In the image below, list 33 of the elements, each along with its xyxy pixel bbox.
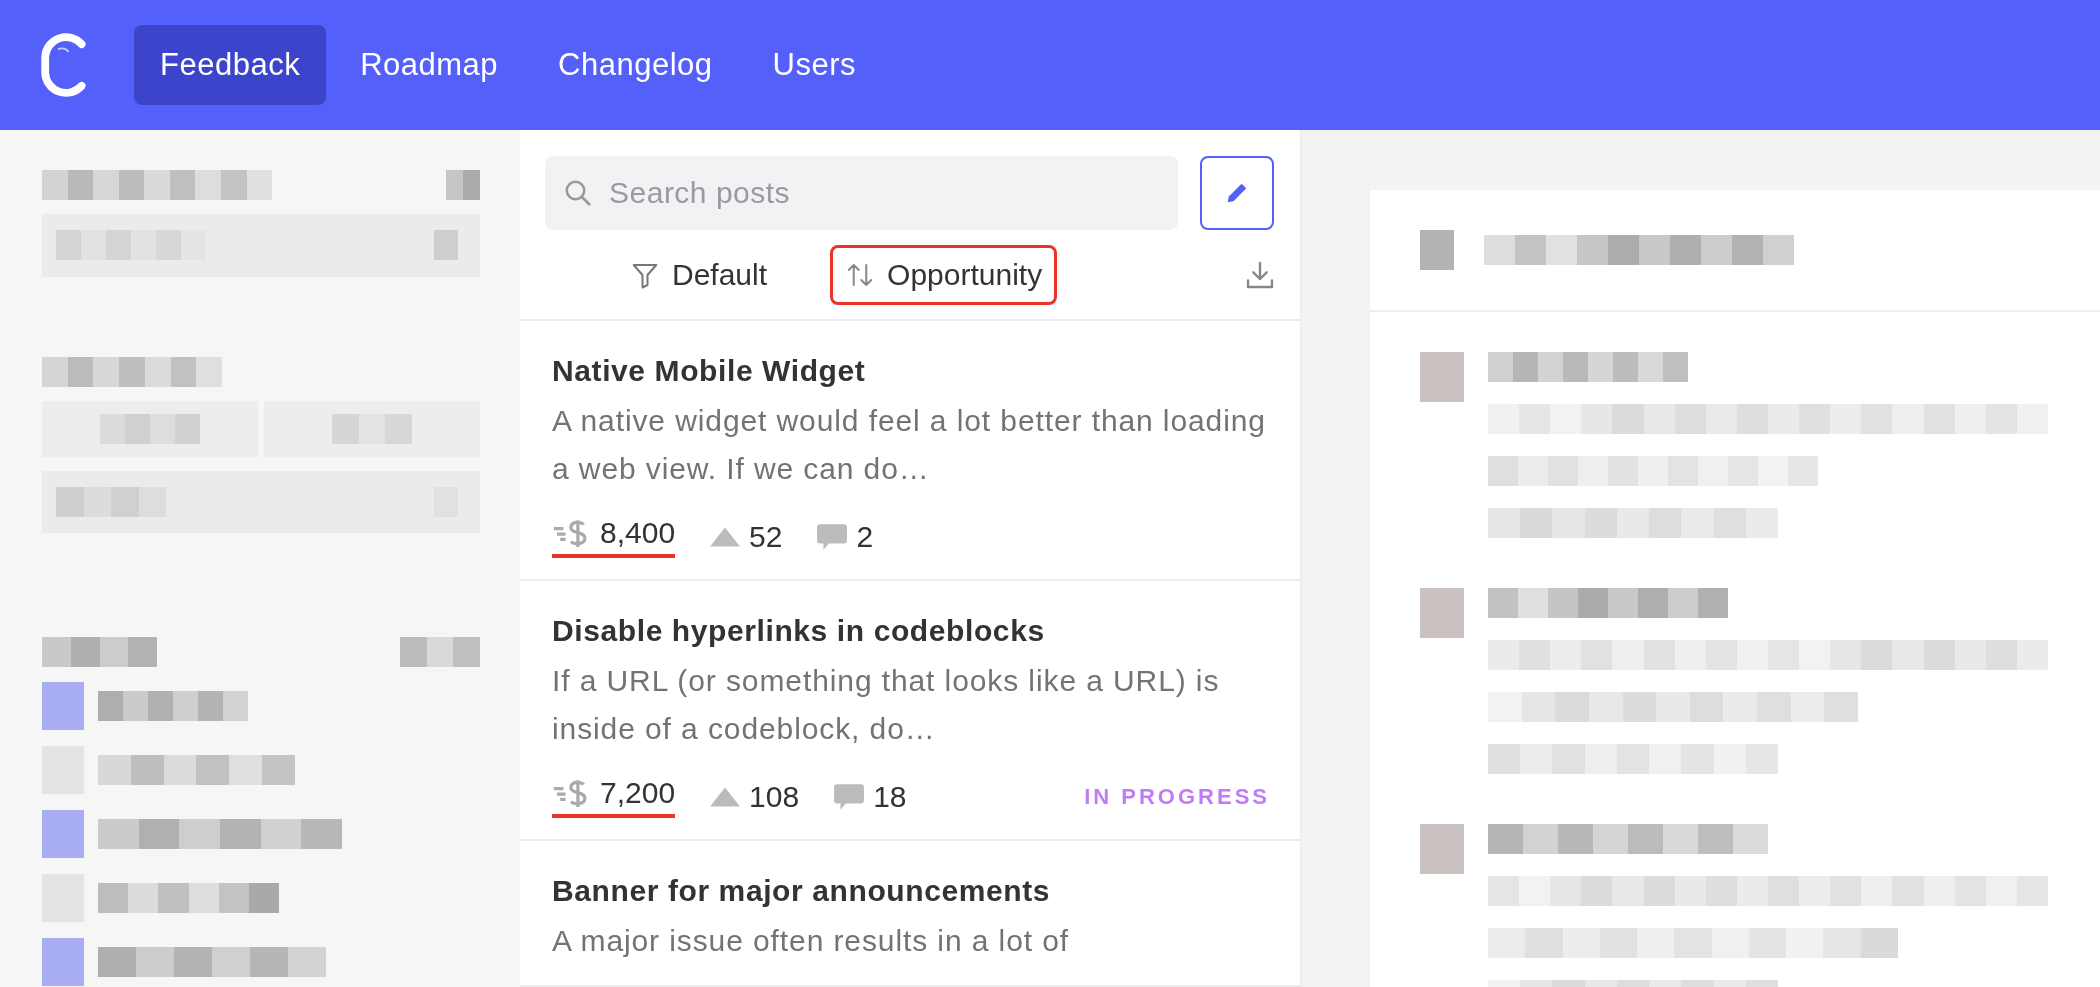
comment-count: 18 (833, 780, 907, 814)
status-label: IN PROGRESS (1084, 784, 1270, 810)
upvote-icon (709, 786, 742, 808)
vote-count: 52 (709, 520, 783, 554)
opportunity-value: 7,200 (552, 776, 676, 818)
post-title: Native Mobile Widget (552, 353, 867, 389)
blurred-text (446, 170, 480, 200)
vote-count: 108 (709, 780, 800, 814)
post-excerpt: If a URL (or something that looks like a URL) is inside of a codeblock, do… (552, 663, 1221, 747)
comment-count: 2 (816, 520, 874, 554)
opportunity-value: 8,400 (552, 516, 676, 558)
new-post-button[interactable] (1200, 156, 1274, 230)
nav-tab[interactable]: Users (746, 25, 882, 105)
post-excerpt: A native widget would feel a lot better than loading a web view. If we can do… (552, 403, 1267, 487)
comment-icon (833, 783, 866, 811)
blurred-square (42, 938, 84, 986)
nav-tab[interactable]: Changelog (532, 25, 739, 105)
blurred-square (42, 810, 84, 858)
comment-icon (816, 523, 849, 551)
post-card[interactable]: Disable hyperlinks in codeblocks If a URL (or something that looks like a URL) is inside of a codeblock, do… 7,200 108 18 IN PROGRESS (520, 581, 1300, 841)
post-title: Disable hyperlinks in codeblocks (552, 613, 1046, 649)
upvote-icon (709, 526, 742, 548)
blurred-square (42, 682, 84, 730)
filter-button[interactable]: Default (615, 244, 783, 305)
sort-button[interactable]: Opportunity (830, 244, 1058, 305)
post-title: Banner for major announcements (552, 873, 1052, 909)
post-card[interactable]: Banner for major announcements A major issue often results in a lot of (520, 841, 1300, 987)
nav-tab[interactable]: Roadmap (334, 25, 525, 105)
search-icon (563, 178, 593, 208)
post-card[interactable]: Native Mobile Widget A native widget would feel a lot better than loading a web view. If we can do… 8,400 52 2 (520, 321, 1300, 581)
search-field[interactable]: Search posts (545, 156, 1178, 230)
post-excerpt: A major issue often results in a lot of (552, 923, 1070, 959)
nav-tab[interactable]: Feedback (134, 25, 327, 105)
